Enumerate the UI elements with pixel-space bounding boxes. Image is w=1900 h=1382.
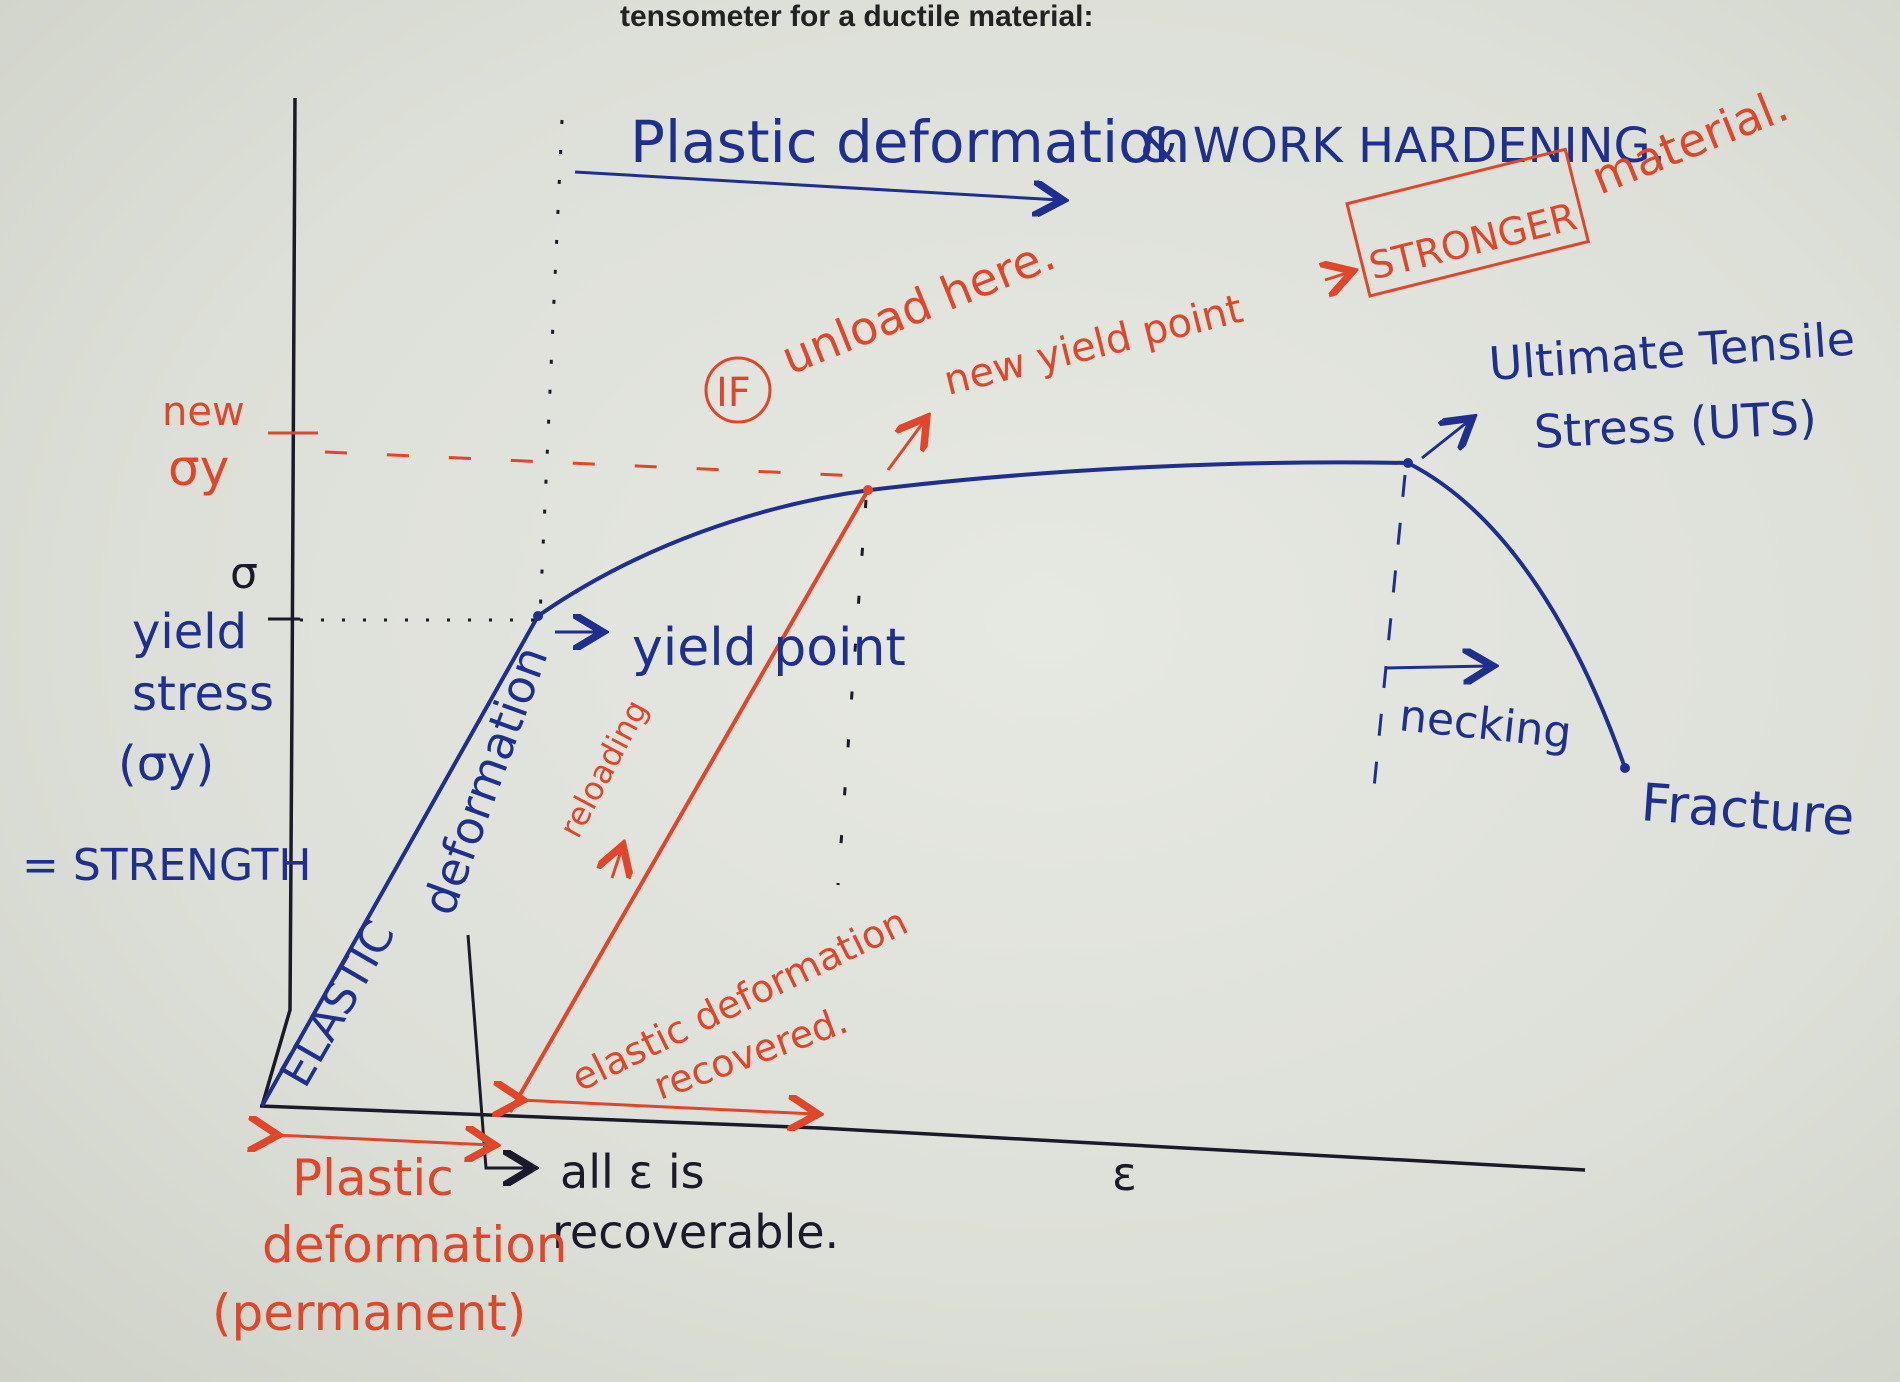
yield-point-label: yield point [632, 618, 906, 678]
uts-vertical-guide [1370, 474, 1407, 809]
strength-label: = STRENGTH [22, 840, 311, 891]
y-axis-symbol: σ [230, 548, 258, 599]
new-yield-vertical-guide [836, 499, 868, 886]
all-eps-1: all ε is [560, 1145, 705, 1199]
if-label: IF [716, 370, 751, 416]
uts-line1: Ultimate Tensile [1487, 312, 1857, 391]
reloading-label: reloading [552, 693, 656, 843]
x-axis-symbol: ε [1112, 1147, 1137, 1201]
stronger-label: STRONGER [1365, 194, 1581, 288]
all-eps-2: recoverable. [552, 1205, 839, 1259]
stress-strain-diagram: tensometer for a ductile material: Plast… [22, 0, 1857, 1342]
yield-stress-3: (σy) [118, 736, 214, 792]
plastic-perm-3: (permanent) [212, 1284, 526, 1342]
x-axis [259, 1104, 1586, 1172]
uts-line2: Stress (UTS) [1533, 390, 1818, 459]
yield-vertical-guide [538, 119, 564, 617]
plastic-perm-1: Plastic [292, 1149, 454, 1207]
new-sigma-y-1: new [162, 389, 245, 435]
yield-stress-1: yield [132, 604, 247, 660]
plastic-title: Plastic deformation [630, 108, 1190, 176]
material-label: material. [1584, 78, 1796, 205]
new-yield-guide [324, 450, 861, 478]
necking-label: necking [1397, 690, 1574, 759]
y-axis [260, 97, 297, 1107]
fracture-label: Fracture [1639, 773, 1856, 848]
deformation-rotated: deformation [412, 639, 559, 922]
yield-stress-2: stress [132, 666, 274, 722]
new-sigma-y-2: σy [168, 439, 229, 497]
plastic-perm-2: deformation [262, 1216, 568, 1274]
printed-header: tensometer for a ductile material: [620, 0, 1093, 33]
